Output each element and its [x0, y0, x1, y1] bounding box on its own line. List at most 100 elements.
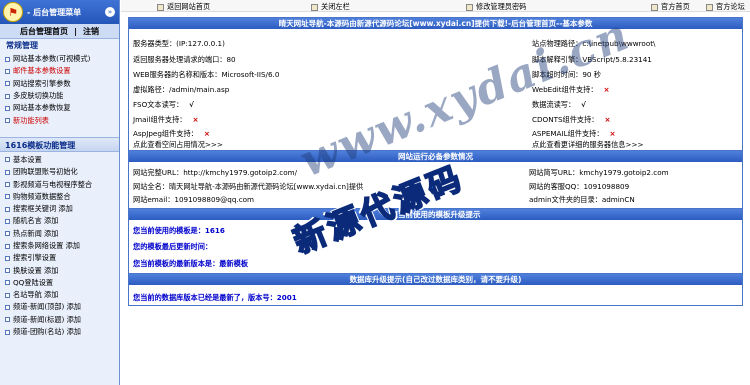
sidebar-item[interactable]: 频道-新闻(标题) 添加 — [0, 314, 119, 326]
nav-change-password-label: 修改管理员密码 — [476, 2, 527, 11]
sidebar-item-label: 随机名言 添加 — [13, 216, 59, 226]
bullet-icon — [5, 56, 10, 62]
jmail-row: Jmail组件支持： × — [133, 115, 199, 125]
nav-close-sidebar[interactable]: 关闭左栏 — [311, 2, 350, 12]
aspjpeg-label: AspJpeg组件支持： — [133, 129, 198, 138]
sidebar-item-label: 搜索条网络设置 添加 — [13, 241, 80, 250]
link-separator: | — [74, 26, 77, 36]
view-more-link[interactable]: 点此查看更详细的服务器信息>>> — [532, 140, 644, 150]
sidebar-item-label: 影视频道与电视程序整合 — [13, 179, 93, 189]
sidebar-item[interactable]: 名站导航 添加 — [0, 289, 119, 301]
bullet-icon — [5, 329, 10, 335]
script-timeout: 脚本超时时间：90 秒 — [532, 70, 601, 79]
sidebar-item[interactable]: 基本设置 — [0, 154, 119, 166]
bullet-icon — [5, 81, 10, 87]
cross-icon: × — [603, 85, 610, 94]
template-upgrade-panel: 您当前使用的模板升级提示 您当前使用的模板是：1616 您的模板最后更新时间： … — [128, 209, 743, 274]
sidebar-item[interactable]: 频道-团购(名站) 添加 — [0, 326, 119, 338]
page-icon — [311, 3, 318, 11]
data-stream-row: 数据流读写： √ — [532, 100, 586, 110]
section-template-title: 1616模板功能管理 — [0, 136, 119, 152]
basic-params-title: 晴天网址导航-本源码由新源代源码论坛[www.xydai.cn]提供下载!-后台… — [129, 18, 742, 29]
sidebar-item[interactable]: 团购联盟账号初始化 — [0, 166, 119, 178]
sidebar-item-label: 频道-团购(名站) 添加 — [13, 327, 81, 337]
sidebar-item[interactable]: QQ登陆设置 — [0, 277, 119, 289]
view-space-link[interactable]: 点此查看空间占用情况>>> — [133, 140, 223, 150]
sidebar-item[interactable]: 网站搜索引擎参数 — [0, 78, 119, 90]
db-version: 您当前的数据库版本已经是最新了，版本号：2001 — [133, 293, 297, 302]
top-navigation: 返回网站首页 关闭左栏 修改管理员密码 官方首页 官方论坛 — [121, 0, 750, 12]
sidebar-item[interactable]: 网站基本参数恢复 — [0, 102, 119, 114]
nav-official-home-label: 官方首页 — [661, 2, 690, 11]
bullet-icon — [5, 243, 10, 249]
bullet-icon — [5, 317, 10, 323]
sidebar-item[interactable]: 搜索条网络设置 添加 — [0, 240, 119, 252]
sidebar-item-label: 频道-新闻(顶部) 添加 — [13, 302, 81, 312]
nav-back-home[interactable]: 返回网站首页 — [157, 2, 210, 12]
bullet-icon — [5, 105, 10, 111]
sidebar: ⚑ - 后台管理菜单 » 后台管理首页 | 注销 常规管理 网站基本参数(可视模… — [0, 0, 120, 385]
page-icon — [157, 3, 164, 11]
sidebar-item-label: 购物频道数据整合 — [13, 191, 71, 201]
script-engine: 脚本解释引擎：VBScript/5.8.23141 — [532, 55, 652, 64]
section-general-title: 常规管理 — [6, 41, 38, 50]
sidebar-item-label: 网站基本参数(可视模式) — [13, 54, 91, 64]
sidebar-item[interactable]: 邮件基本参数设置 — [0, 65, 119, 77]
sidebar-item-label: 邮件基本参数设置 — [13, 66, 71, 76]
check-icon: √ — [189, 100, 194, 109]
cross-icon: × — [192, 115, 199, 124]
bullet-icon — [5, 231, 10, 237]
server-port: 返回服务器处理请求的端口：80 — [133, 55, 236, 64]
sidebar-item[interactable]: 热点新闻 添加 — [0, 228, 119, 240]
sidebar-item[interactable]: 购物频道数据整合 — [0, 191, 119, 203]
data-stream-label: 数据流读写： — [532, 100, 576, 109]
sidebar-item[interactable]: 频道-新闻(顶部) 添加 — [0, 301, 119, 313]
sidebar-item[interactable]: 随机名言 添加 — [0, 215, 119, 227]
forum-icon — [706, 3, 713, 11]
bullet-icon — [5, 182, 10, 188]
sidebar-item-label: 换肤设置 添加 — [13, 265, 59, 275]
sidebar-item-label: 新功能列表 — [13, 115, 49, 125]
sidebar-item[interactable]: 换肤设置 添加 — [0, 264, 119, 276]
sidebar-item[interactable]: 影视频道与电视程序整合 — [0, 178, 119, 190]
runtime-params-title: 网站运行必备参数情况 — [129, 151, 742, 162]
runtime-params-panel: 网站运行必备参数情况 网站完整URL：http://kmchy1979.goto… — [128, 151, 743, 209]
site-path: 站点物理路径：c:\inetpub\wwwroot\ — [532, 39, 656, 48]
bullet-icon — [5, 157, 10, 163]
check-icon: √ — [581, 100, 586, 109]
nav-official-forum[interactable]: 官方论坛 — [706, 2, 745, 12]
sidebar-item[interactable]: 新功能列表 — [0, 114, 119, 126]
sidebar-item[interactable]: 搜索框关键词 添加 — [0, 203, 119, 215]
sidebar-home-link[interactable]: 后台管理首页 — [20, 26, 68, 37]
sidebar-item-label: 基本设置 — [13, 154, 42, 164]
sidebar-item[interactable]: 多皮肤切换功能 — [0, 90, 119, 102]
home-icon — [651, 3, 658, 11]
aspemail-label: ASPEMAIL组件支持： — [532, 129, 604, 138]
webedit-label: WebEdit组件支持： — [532, 85, 598, 94]
bullet-icon — [5, 206, 10, 212]
sidebar-item[interactable]: 网站基本参数(可视模式) — [0, 53, 119, 65]
fso-row: FSO文本读写： √ — [133, 100, 194, 110]
sidebar-item-label: 团购联盟账号初始化 — [13, 167, 78, 177]
flag-icon: ⚑ — [3, 2, 23, 22]
sidebar-item-label: 网站基本参数恢复 — [13, 103, 71, 113]
sidebar-item-label: 网站搜索引擎参数 — [13, 78, 71, 88]
logout-link[interactable]: 注销 — [83, 26, 99, 37]
sidebar-header: ⚑ - 后台管理菜单 » — [0, 0, 119, 24]
nav-change-password[interactable]: 修改管理员密码 — [466, 2, 526, 12]
bullet-icon — [5, 118, 10, 124]
bullet-icon — [5, 68, 10, 74]
collapse-icon[interactable]: » — [105, 7, 115, 17]
cross-icon: × — [604, 115, 611, 124]
virtual-dir: 虚拟路径：/admin/main.asp — [133, 85, 230, 94]
sidebar-links: 后台管理首页 | 注销 — [0, 24, 119, 39]
sidebar-item-label: 名站导航 添加 — [13, 290, 59, 300]
bullet-icon — [5, 169, 10, 175]
bullet-icon — [5, 218, 10, 224]
cdonts-label: CDONTS组件支持： — [532, 115, 599, 124]
sidebar-item-label: 多皮肤切换功能 — [13, 91, 64, 101]
sidebar-item-label: 频道-新闻(标题) 添加 — [13, 314, 81, 324]
nav-official-home[interactable]: 官方首页 — [651, 2, 690, 12]
bullet-icon — [5, 255, 10, 261]
sidebar-item[interactable]: 搜索引擎设置 — [0, 252, 119, 264]
